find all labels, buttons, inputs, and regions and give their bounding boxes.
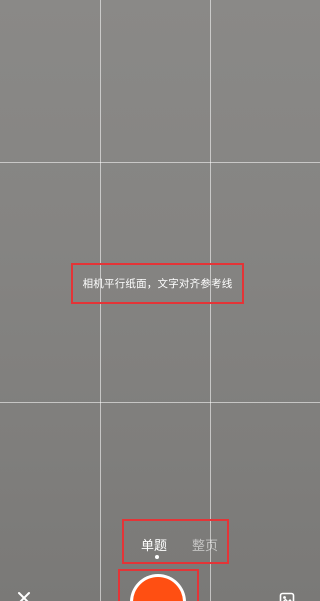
alignment-hint: 相机平行纸面，文字对齐参考线 — [71, 263, 244, 304]
tab-single-question[interactable]: 单题 — [141, 535, 167, 554]
grid-line-horizontal-bottom — [0, 402, 320, 403]
grid-line-horizontal-top — [0, 162, 320, 163]
tab-whole-page[interactable]: 整页 — [192, 535, 218, 554]
image-gallery-icon — [279, 592, 295, 601]
camera-viewfinder: 相机平行纸面，文字对齐参考线 单题 整页 — [0, 0, 320, 601]
close-button[interactable] — [16, 590, 32, 601]
shutter-highlight — [118, 569, 199, 601]
close-icon — [18, 592, 30, 601]
shutter-button[interactable] — [130, 574, 186, 601]
active-tab-indicator — [155, 555, 159, 559]
capture-mode-tabs: 单题 整页 — [122, 519, 229, 564]
shutter-button-core — [133, 577, 183, 601]
alignment-hint-text: 相机平行纸面，文字对齐参考线 — [82, 278, 233, 290]
gallery-button[interactable] — [279, 591, 295, 601]
